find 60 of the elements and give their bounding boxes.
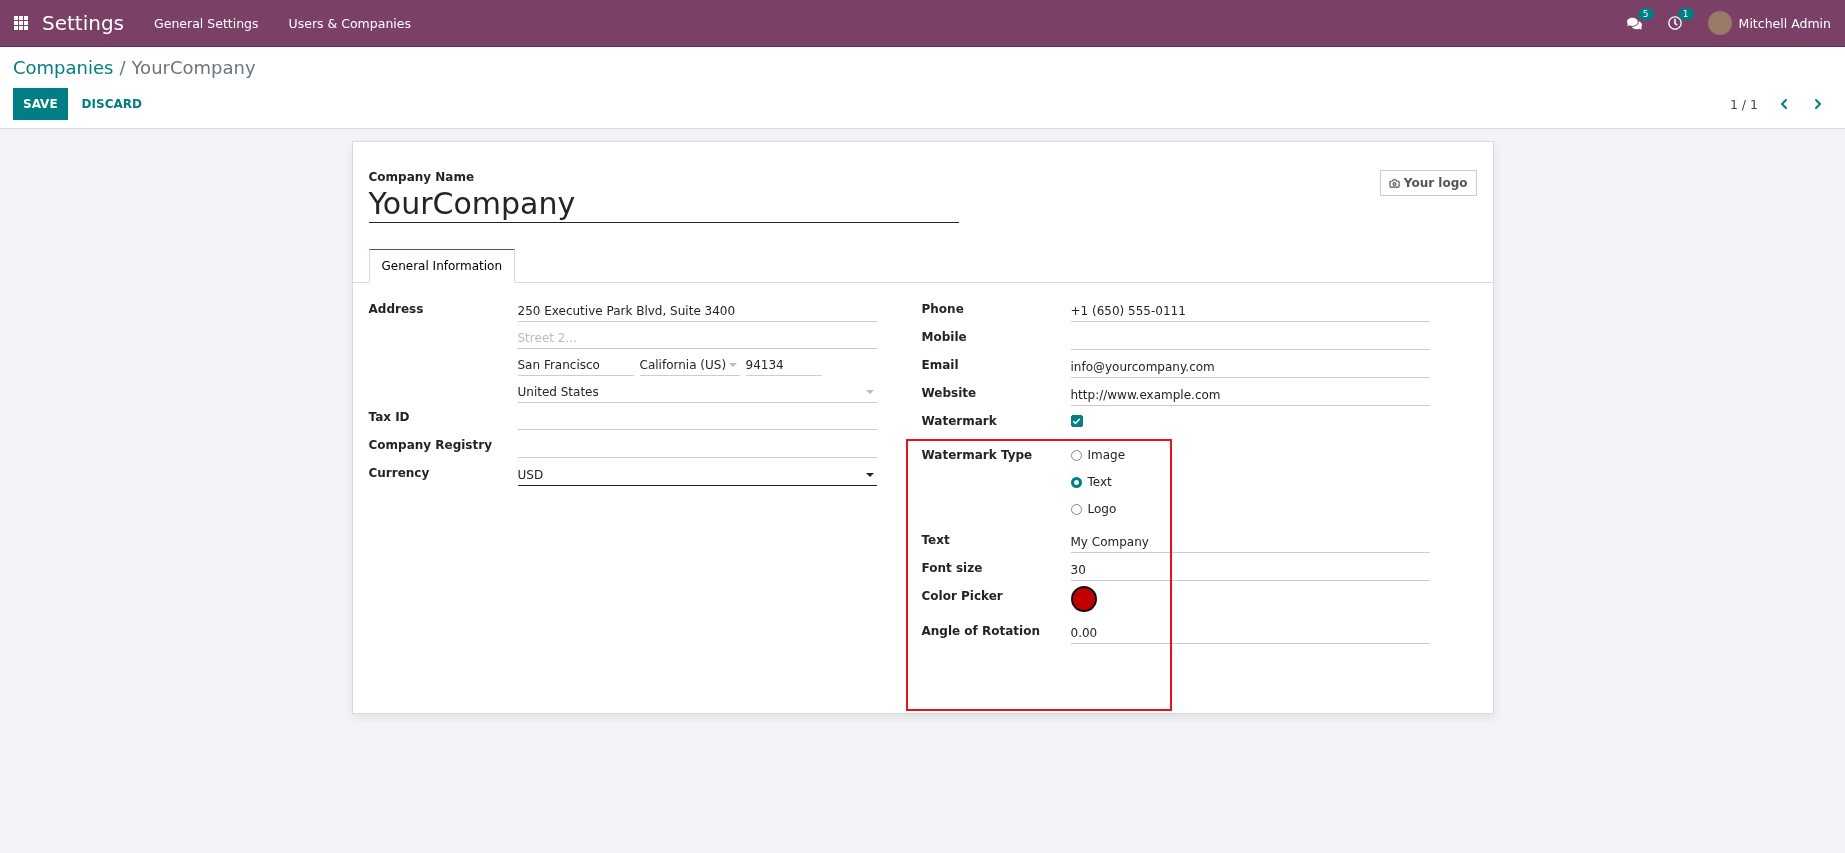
zip-field[interactable]: 94134 — [745, 353, 822, 376]
color-swatch[interactable] — [1070, 586, 1097, 612]
radio-button[interactable] — [1070, 449, 1082, 461]
street-field[interactable]: 250 Executive Park Blvd, Suite 3400 — [517, 299, 877, 322]
discard-button[interactable]: DISCARD — [71, 88, 152, 120]
count-badge: 1 — [1677, 8, 1694, 20]
input-field[interactable]: +1 (650) 555-0111 — [1070, 299, 1430, 322]
input-field[interactable]: info@yourcompany.com — [1070, 355, 1430, 378]
apps-grid-icon[interactable] — [14, 16, 28, 30]
field-label: Watermark — [921, 413, 998, 428]
field-label: Currency — [368, 465, 431, 480]
caret-icon — [865, 472, 874, 477]
camera-icon — [1388, 177, 1400, 189]
pager-value: 1 / 1 — [1729, 96, 1758, 112]
field-label: Phone — [921, 301, 965, 316]
chat-icon[interactable] — [1626, 15, 1642, 31]
field-label: Tax ID — [368, 409, 411, 424]
breadcrumb-current: YourCompany — [131, 57, 256, 78]
input-field[interactable]: http://www.example.com — [1070, 383, 1430, 406]
field-label: Text — [921, 532, 951, 547]
radio-button[interactable] — [1070, 503, 1082, 515]
radio-option[interactable]: Image — [1070, 448, 1430, 462]
breadcrumb-link[interactable]: Companies — [13, 57, 114, 78]
field-label: Angle of Rotation — [921, 623, 1041, 638]
save-button[interactable]: SAVE — [13, 88, 68, 120]
logo-button[interactable]: Your logo — [1379, 170, 1477, 196]
radio-label: Text — [1087, 475, 1112, 489]
state-field[interactable]: California (US) — [639, 353, 740, 376]
company-name-field[interactable]: YourCompany — [368, 184, 959, 223]
field-label: Email — [921, 357, 960, 372]
input-field[interactable]: My Company — [1070, 530, 1430, 553]
radio-button[interactable] — [1070, 476, 1082, 488]
radio-option[interactable]: Text — [1070, 475, 1430, 489]
caret-icon — [865, 389, 874, 394]
city-field[interactable]: San Francisco — [517, 353, 634, 376]
clock-icon[interactable] — [1667, 16, 1682, 30]
input-field[interactable]: 30 — [1070, 558, 1430, 581]
menu-item[interactable]: General Settings — [154, 15, 259, 31]
radio-label: Image — [1087, 448, 1126, 462]
input-field[interactable]: 0.00 — [1070, 621, 1430, 644]
country-field[interactable]: United States — [517, 380, 877, 403]
field-label: Watermark Type — [921, 447, 1034, 462]
field-label: Mobile — [921, 329, 968, 344]
field-label: Company Name — [368, 170, 476, 184]
tab[interactable]: General Information — [368, 249, 516, 283]
select-field[interactable]: USD — [517, 463, 877, 486]
field-label: Font size — [921, 560, 984, 575]
field-label: Website — [921, 385, 978, 400]
checkbox[interactable] — [1070, 415, 1083, 427]
radio-option[interactable]: Logo — [1070, 502, 1430, 516]
menu-item[interactable]: Users & Companies — [288, 15, 411, 31]
count-badge: 5 — [1637, 7, 1654, 20]
field-label: Address — [368, 301, 425, 316]
caret-icon — [728, 362, 737, 367]
user-name[interactable]: Mitchell Admin — [1738, 15, 1831, 31]
radio-label: Logo — [1087, 502, 1117, 516]
breadcrumb-separator: / — [119, 57, 126, 78]
field-label: Company Registry — [368, 437, 493, 452]
field-label: Color Picker — [921, 588, 1004, 603]
app-title: Settings — [42, 11, 125, 35]
